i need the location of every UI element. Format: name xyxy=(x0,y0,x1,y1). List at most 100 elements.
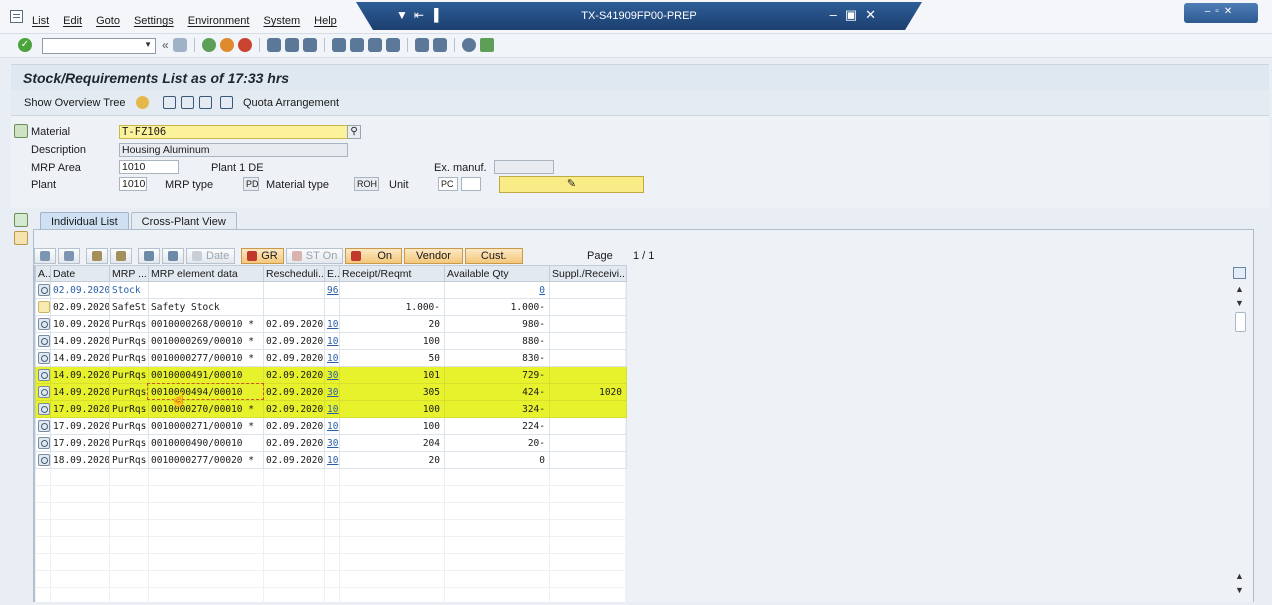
menu-item-system[interactable]: System xyxy=(263,15,300,27)
row-action-cell[interactable] xyxy=(35,383,51,401)
cell-e[interactable]: 10 xyxy=(324,417,340,435)
cell-e[interactable] xyxy=(324,298,340,316)
table-row[interactable]: 10.09.2020 PurRqs 0010000268/00010 * 02.09.… xyxy=(35,315,627,333)
new-session-icon[interactable] xyxy=(414,38,429,52)
cell-e[interactable]: 10 xyxy=(324,400,340,418)
material-tree-icon[interactable] xyxy=(14,124,28,138)
quota-arrangement-button[interactable]: Quota Arrangement xyxy=(243,97,339,109)
row-action-cell[interactable] xyxy=(35,366,51,384)
cell-e[interactable]: 10 xyxy=(324,451,340,469)
table-row[interactable]: 02.09.2020 Stock 96 0 xyxy=(35,281,627,299)
cell-e[interactable]: 10 xyxy=(324,349,340,367)
expand-icon[interactable] xyxy=(14,213,28,227)
mrp-area-field[interactable]: 1010 xyxy=(119,160,179,174)
table-row[interactable]: 14.09.2020 PurRqs 0010000491/00010 02.09.20… xyxy=(35,366,627,384)
next-page-icon[interactable] xyxy=(367,38,382,52)
shortcut-icon[interactable] xyxy=(432,38,447,52)
grid-settings-icon[interactable] xyxy=(1233,267,1246,279)
row-action-cell[interactable] xyxy=(35,417,51,435)
column-header[interactable]: E.. xyxy=(324,265,340,282)
table-row[interactable]: 14.09.2020 PurRqs 0010000269/00010 * 02.09.… xyxy=(35,332,627,350)
expand-all-button[interactable] xyxy=(86,247,108,264)
detail-icon[interactable] xyxy=(38,403,50,415)
cell-data[interactable]: 0010000269/00010 * xyxy=(148,332,264,350)
filter-down-button[interactable] xyxy=(138,247,160,264)
ex-manuf-field[interactable] xyxy=(494,160,554,174)
column-header[interactable]: Rescheduli... xyxy=(263,265,325,282)
table-row[interactable]: 14.09.2020 PurRqs 0010000494/00010 02.09.20… xyxy=(35,383,627,401)
exit-icon[interactable] xyxy=(219,38,234,52)
cell-e[interactable]: 30 xyxy=(324,366,340,384)
date-button[interactable]: Date xyxy=(186,247,236,264)
collapse-icon[interactable]: « xyxy=(162,38,169,52)
command-field[interactable] xyxy=(42,38,156,54)
table-row[interactable]: 18.09.2020 PurRqs 0010000277/00020 * 02.09.… xyxy=(35,451,627,469)
vertical-scrollbar[interactable]: ▲ ▼ ▲ ▼ xyxy=(1233,280,1247,598)
column-header[interactable]: Date xyxy=(50,265,110,282)
detail-icon[interactable] xyxy=(38,454,50,466)
menu-item-help[interactable]: Help xyxy=(314,15,337,27)
outer-window-controls[interactable]: –▫✕ xyxy=(1184,3,1258,23)
row-action-cell[interactable] xyxy=(35,315,51,333)
cell-data[interactable]: Safety Stock xyxy=(148,298,264,316)
cell-data[interactable]: 0010000490/00010 xyxy=(148,434,264,452)
first-page-icon[interactable] xyxy=(331,38,346,52)
detail-icon[interactable] xyxy=(38,352,50,364)
edit-button[interactable]: ✎ xyxy=(499,176,644,193)
scroll-up-icon[interactable]: ▲ xyxy=(1235,284,1244,294)
scroll-up-icon-bottom[interactable]: ▲ xyxy=(1235,571,1244,581)
cell-data[interactable]: 0010000277/00020 * xyxy=(148,451,264,469)
window-controls[interactable]: –▣✕ xyxy=(830,7,884,23)
cust-button[interactable]: Cust. xyxy=(464,247,523,264)
cell-data[interactable]: 0010000277/00010 * xyxy=(148,349,264,367)
cell-e[interactable]: 10 xyxy=(324,332,340,350)
user-icon[interactable] xyxy=(136,96,149,109)
row-action-cell[interactable] xyxy=(35,400,51,418)
row-action-cell[interactable] xyxy=(35,434,51,452)
folder-icon[interactable] xyxy=(14,231,28,245)
table-row[interactable]: 14.09.2020 PurRqs 0010000277/00010 * 02.09.… xyxy=(35,349,627,367)
table-row[interactable]: 02.09.2020 SafeSt Safety Stock 1.000- 1.000- xyxy=(35,298,627,316)
table-row[interactable]: 17.09.2020 PurRqs 0010000271/00010 * 02.09.… xyxy=(35,417,627,435)
cell-e[interactable]: 30 xyxy=(324,383,340,401)
table-row[interactable]: 17.09.2020 PurRqs 0010000490/00010 02.09.20… xyxy=(35,434,627,452)
cell-e[interactable]: 96 xyxy=(324,281,340,299)
last-page-icon[interactable] xyxy=(385,38,400,52)
column-header[interactable]: MRP element data xyxy=(148,265,264,282)
detail-icon[interactable] xyxy=(38,318,50,330)
detail-icon[interactable] xyxy=(38,386,50,398)
detail-icon[interactable] xyxy=(38,420,50,432)
scroll-down-icon[interactable]: ▼ xyxy=(1235,298,1244,308)
detail-icon[interactable] xyxy=(38,335,50,347)
quota-icon[interactable] xyxy=(220,96,233,109)
detail-icon[interactable] xyxy=(38,369,50,381)
cell-data[interactable]: 0010000491/00010 xyxy=(148,366,264,384)
cell-data[interactable]: 0010000271/00010 * xyxy=(148,417,264,435)
table-row[interactable]: 17.09.2020 PurRqs 0010000270/00010 * 02.09.… xyxy=(35,400,627,418)
enter-icon[interactable]: ✓ xyxy=(18,38,32,52)
menu-item-list[interactable]: List xyxy=(32,15,49,27)
material-field[interactable]: T-FZ106 xyxy=(119,125,348,139)
menu-icon[interactable] xyxy=(10,10,23,23)
column-header[interactable]: Available Qty xyxy=(444,265,550,282)
find-next-icon[interactable] xyxy=(302,38,317,52)
search-icon[interactable]: ⚲ xyxy=(347,125,361,139)
row-action-cell[interactable] xyxy=(35,332,51,350)
print-icon[interactable] xyxy=(266,38,281,52)
detail-icon[interactable] xyxy=(38,284,50,296)
row-action-cell[interactable] xyxy=(35,451,51,469)
change-button[interactable] xyxy=(58,247,80,264)
layout-icon[interactable] xyxy=(479,38,494,52)
back-icon[interactable] xyxy=(201,38,216,52)
column-header[interactable]: A.. xyxy=(35,265,51,282)
menu-item-goto[interactable]: Goto xyxy=(96,15,120,27)
scroll-down-icon-bottom[interactable]: ▼ xyxy=(1235,585,1244,595)
cell-e[interactable]: 30 xyxy=(324,434,340,452)
row-action-cell[interactable] xyxy=(35,298,51,316)
on-button[interactable]: On xyxy=(345,247,403,264)
column-header[interactable]: MRP ... xyxy=(109,265,149,282)
settings-icon[interactable] xyxy=(199,96,212,109)
cancel-icon[interactable] xyxy=(237,38,252,52)
cell-data[interactable] xyxy=(148,281,264,299)
menu-item-settings[interactable]: Settings xyxy=(134,15,174,27)
